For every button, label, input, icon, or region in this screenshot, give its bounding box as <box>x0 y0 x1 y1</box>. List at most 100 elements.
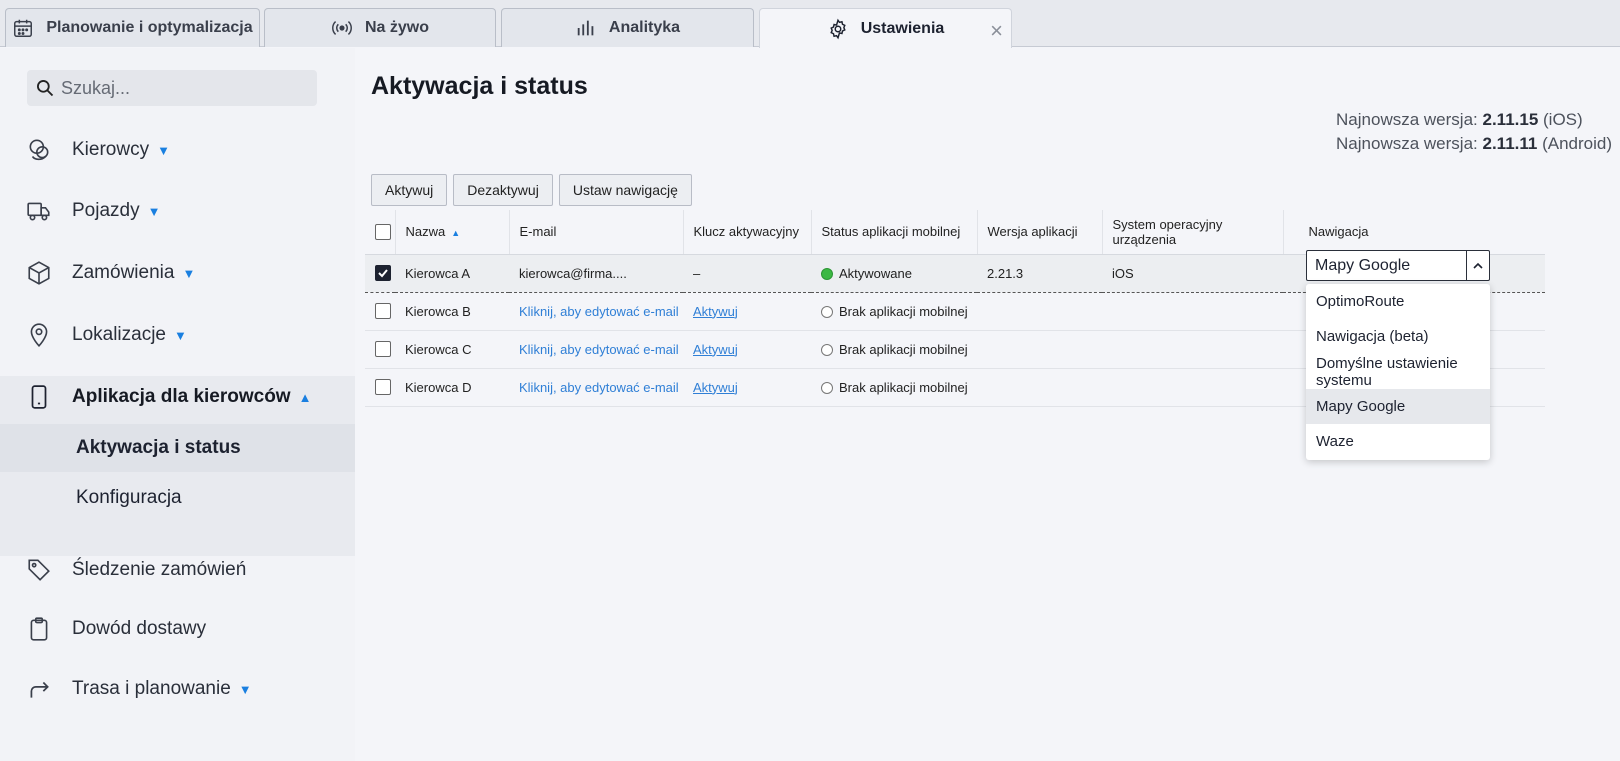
column-header-app-status: Status aplikacji mobilnej <box>811 210 978 255</box>
set-navigation-button[interactable]: Ustaw nawigację <box>558 174 692 206</box>
search-box[interactable] <box>27 70 317 106</box>
driver-name: Kierowca D <box>395 368 509 407</box>
sidebar-item-label: Dowód dostawy <box>72 618 207 639</box>
search-icon <box>37 80 54 97</box>
status-none-dot <box>821 305 833 318</box>
activate-link[interactable]: Aktywuj <box>693 380 738 395</box>
tag-icon <box>28 559 50 581</box>
app-status: Brak aplikacji mobilnej <box>811 292 977 331</box>
gear-icon <box>829 18 846 39</box>
latest-versions: Najnowsza wersja: 2.11.15 (iOS) Najnowsz… <box>1336 108 1612 156</box>
chevron-down-icon: ▼ <box>147 203 161 219</box>
device-os <box>1102 330 1283 369</box>
deactivate-button[interactable]: Dezaktywuj <box>453 174 553 206</box>
row-checkbox[interactable] <box>375 303 391 320</box>
chevron-down-icon: ▼ <box>238 681 252 697</box>
nav-option-waze[interactable]: Waze <box>1306 424 1490 459</box>
broadcast-icon <box>332 21 352 35</box>
app-version <box>977 330 1102 369</box>
nav-option-system-default[interactable]: Domyślne ustawienie systemu <box>1306 354 1490 389</box>
row-checkbox[interactable] <box>375 265 391 282</box>
truck-icon <box>27 202 50 221</box>
tab-analytics[interactable]: Analityka <box>501 8 754 47</box>
activate-button[interactable]: Aktywuj <box>371 174 448 206</box>
sidebar-item-label: Trasa i planowanie <box>72 678 231 699</box>
sidebar-item-label: Śledzenie zamówień <box>72 559 247 580</box>
app-status: Aktywowane <box>811 253 977 293</box>
sidebar-item-vehicles[interactable]: Pojazdy ▼ <box>0 190 355 232</box>
main-content: Aktywacja i status Najnowsza wersja: 2.1… <box>355 48 1620 761</box>
sidebar-item-order-tracking[interactable]: Śledzenie zamówień <box>0 549 355 591</box>
calendar-icon <box>14 19 33 37</box>
status-active-dot <box>821 267 833 280</box>
column-header-navigation: Nawigacja <box>1283 210 1545 255</box>
edit-email-link[interactable]: Kliknij, aby edytować e-mail <box>509 292 683 331</box>
tab-live-label: Na żywo <box>364 19 429 36</box>
device-os <box>1102 368 1283 407</box>
tab-bar: Planowanie i optymalizacja Na żywo Anali… <box>0 0 1620 48</box>
phone-icon <box>31 385 47 409</box>
version-ios: Najnowsza wersja: 2.11.15 (iOS) <box>1336 110 1583 129</box>
sidebar-item-proof-of-delivery[interactable]: Dowód dostawy <box>0 608 355 650</box>
version-android: Najnowsza wersja: 2.11.11 (Android) <box>1336 134 1612 153</box>
navigation-select[interactable]: Mapy Google <box>1306 250 1490 281</box>
chevron-up-icon[interactable] <box>1466 251 1489 280</box>
tab-settings-label: Ustawienia <box>860 19 945 37</box>
activation-key: – <box>683 253 811 293</box>
nav-option-navigation-beta[interactable]: Nawigacja (beta) <box>1306 319 1490 354</box>
status-none-dot <box>821 343 833 356</box>
activate-link[interactable]: Aktywuj <box>693 342 738 357</box>
driver-name: Kierowca B <box>395 292 509 331</box>
app-status: Brak aplikacji mobilnej <box>811 330 977 369</box>
driver-name: Kierowca C <box>395 330 509 369</box>
sidebar-item-label: Zamówienia <box>72 262 175 283</box>
sidebar-subitem-activation-status[interactable]: Aktywacja i status <box>0 424 355 472</box>
column-header-app-version: Wersja aplikacji <box>977 210 1103 255</box>
bar-chart-icon <box>577 20 594 36</box>
app-status: Brak aplikacji mobilnej <box>811 368 977 407</box>
sidebar-item-orders[interactable]: Zamówienia ▼ <box>0 252 355 294</box>
tab-settings[interactable]: Ustawienia × <box>759 8 1012 48</box>
tab-planning-label: Planowanie i optymalizacja <box>46 19 253 36</box>
sidebar-item-label: Aplikacja dla kierowców <box>72 386 291 407</box>
column-header-name[interactable]: Nazwa ▲ <box>395 210 510 255</box>
drivers-icon <box>29 139 49 161</box>
location-pin-icon <box>30 323 48 348</box>
sidebar-item-drivers[interactable]: Kierowcy ▼ <box>0 129 355 171</box>
status-none-dot <box>821 381 833 394</box>
app-version: 2.21.3 <box>977 253 1102 293</box>
chevron-down-icon: ▼ <box>174 327 187 343</box>
sidebar-subitem-label: Aktywacja i status <box>76 437 241 458</box>
sidebar-subitem-label: Konfiguracja <box>76 487 182 508</box>
nav-option-optimoroute[interactable]: OptimoRoute <box>1306 284 1490 319</box>
activate-link[interactable]: Aktywuj <box>693 304 738 319</box>
tab-analytics-label: Analityka <box>608 19 681 36</box>
checkmark-icon <box>378 269 388 278</box>
chevron-down-icon: ▼ <box>182 265 196 281</box>
sidebar-item-driver-app[interactable]: Aplikacja dla kierowców ▲ <box>0 376 355 418</box>
sidebar: Kierowcy ▼ Pojazdy ▼ Zamówienia ▼ Lokali… <box>0 48 355 761</box>
sort-asc-icon: ▲ <box>451 228 461 239</box>
row-checkbox[interactable] <box>375 341 391 358</box>
action-buttons: Aktywuj Dezaktywuj Ustaw nawigację <box>371 174 692 206</box>
sidebar-item-route-planning[interactable]: Trasa i planowanie ▼ <box>0 668 355 710</box>
route-arrow-icon <box>30 681 49 698</box>
column-header-device-os: System operacyjny urządzenia <box>1102 210 1284 255</box>
edit-email-link[interactable]: Kliknij, aby edytować e-mail <box>509 368 683 407</box>
navigation-select-value: Mapy Google <box>1315 256 1411 274</box>
page-title: Aktywacja i status <box>371 72 588 100</box>
sidebar-subitem-configuration[interactable]: Konfiguracja <box>0 474 355 522</box>
device-os <box>1102 292 1283 331</box>
chevron-down-icon: ▼ <box>157 142 170 158</box>
tab-planning[interactable]: Planowanie i optymalizacja <box>5 8 260 47</box>
select-all-checkbox[interactable] <box>375 224 391 241</box>
nav-option-google-maps[interactable]: Mapy Google <box>1306 389 1490 424</box>
driver-email[interactable]: kierowca@firma.... <box>509 253 683 293</box>
row-checkbox[interactable] <box>375 379 391 396</box>
edit-email-link[interactable]: Kliknij, aby edytować e-mail <box>509 330 683 369</box>
search-input[interactable] <box>61 77 301 99</box>
close-icon[interactable]: × <box>990 18 1003 44</box>
tab-live[interactable]: Na żywo <box>264 8 496 47</box>
sidebar-item-locations[interactable]: Lokalizacje ▼ <box>0 314 355 356</box>
table-header-row: Nazwa ▲ E-mail Klucz aktywacyjny Status a… <box>365 210 1545 255</box>
